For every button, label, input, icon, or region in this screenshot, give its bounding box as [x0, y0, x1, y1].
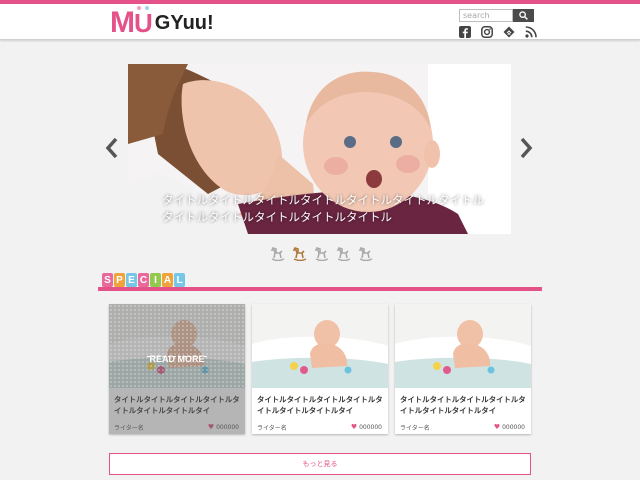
special-title: S P E C I A L — [102, 273, 185, 287]
search-input[interactable] — [459, 9, 513, 22]
card-title[interactable]: タイトルタイトルタイトルタイトルタイトルタイトルタイトルタイ — [257, 394, 385, 416]
special-letter: I — [150, 273, 161, 287]
card-writer: ライター名 — [257, 425, 287, 432]
article-card[interactable]: タイトルタイトルタイトルタイトルタイトルタイトルタイトルタイ ライター名 ♥ 0… — [395, 304, 531, 434]
card-thumbnail: READ MORE — [109, 304, 245, 388]
special-letter: E — [126, 273, 137, 287]
heart-icon: ♥ — [207, 423, 215, 431]
card-title[interactable]: タイトルタイトルタイトルタイトルタイトルタイトルタイトルタイ — [114, 394, 242, 416]
search-icon — [519, 11, 528, 20]
heart-icon: ♥ — [493, 423, 501, 431]
load-more-button[interactable]: もっと見る — [109, 453, 531, 475]
feedly-icon[interactable] — [503, 26, 515, 38]
rocking-horse-icon-active[interactable] — [292, 247, 308, 261]
special-section-heading: S P E C I A L — [98, 273, 542, 293]
slide-caption[interactable]: タイトルタイトルタイトルタイトルタイトルタイトルタイトルタイトルタイトルタイトル… — [162, 192, 492, 226]
like-count: 000000 — [216, 423, 239, 431]
special-card-list: READ MORE タイトルタイトルタイトルタイトルタイトルタイトルタイトルタイ… — [109, 304, 531, 434]
slider-pagination — [270, 247, 374, 261]
card-likes: ♥ 000000 — [351, 423, 382, 431]
site-header: M U GYuu! — [0, 4, 640, 40]
logo-letter-u: U — [134, 5, 153, 38]
logo-letter-m: M — [110, 6, 135, 39]
card-thumbnail — [252, 304, 388, 388]
card-writer: ライター名 — [400, 425, 430, 432]
social-links — [459, 26, 537, 38]
rocking-horse-icon[interactable] — [336, 247, 352, 261]
card-likes: ♥ 000000 — [494, 423, 525, 431]
special-letter: P — [114, 273, 125, 287]
card-title[interactable]: タイトルタイトルタイトルタイトルタイトルタイトルタイトルタイ — [400, 394, 528, 416]
rocking-horse-icon[interactable] — [314, 247, 330, 261]
card-hover-overlay — [109, 304, 245, 388]
read-more-label[interactable]: READ MORE — [109, 354, 245, 364]
search-form — [459, 9, 534, 22]
rss-icon[interactable] — [525, 26, 537, 38]
slider-prev-arrow[interactable] — [105, 137, 119, 159]
hero-slider[interactable]: タイトルタイトルタイトルタイトルタイトルタイトルタイトルタイトルタイトルタイトル… — [128, 64, 511, 234]
slider-next-arrow[interactable] — [519, 137, 533, 159]
instagram-icon[interactable] — [481, 26, 493, 38]
facebook-icon[interactable] — [459, 26, 471, 38]
like-count: 000000 — [359, 423, 382, 431]
logo-wordmark: GYuu! — [154, 11, 214, 34]
special-letter: L — [174, 273, 185, 287]
special-letter: C — [138, 273, 149, 287]
special-divider — [98, 287, 542, 291]
card-likes: ♥ 000000 — [208, 423, 239, 431]
site-logo[interactable]: M U GYuu! — [110, 5, 214, 39]
search-button[interactable] — [513, 9, 534, 22]
card-writer: ライター名 — [114, 425, 144, 432]
like-count: 000000 — [502, 423, 525, 431]
rocking-horse-icon[interactable] — [358, 247, 374, 261]
article-card[interactable]: タイトルタイトルタイトルタイトルタイトルタイトルタイトルタイ ライター名 ♥ 0… — [252, 304, 388, 434]
bath-baby-photo — [395, 304, 531, 388]
special-letter: S — [102, 273, 113, 287]
special-letter: A — [162, 273, 173, 287]
heart-icon: ♥ — [350, 423, 358, 431]
bath-baby-photo — [252, 304, 388, 388]
card-thumbnail — [395, 304, 531, 388]
article-card[interactable]: READ MORE タイトルタイトルタイトルタイトルタイトルタイトルタイトルタイ… — [109, 304, 245, 434]
rocking-horse-icon[interactable] — [270, 247, 286, 261]
